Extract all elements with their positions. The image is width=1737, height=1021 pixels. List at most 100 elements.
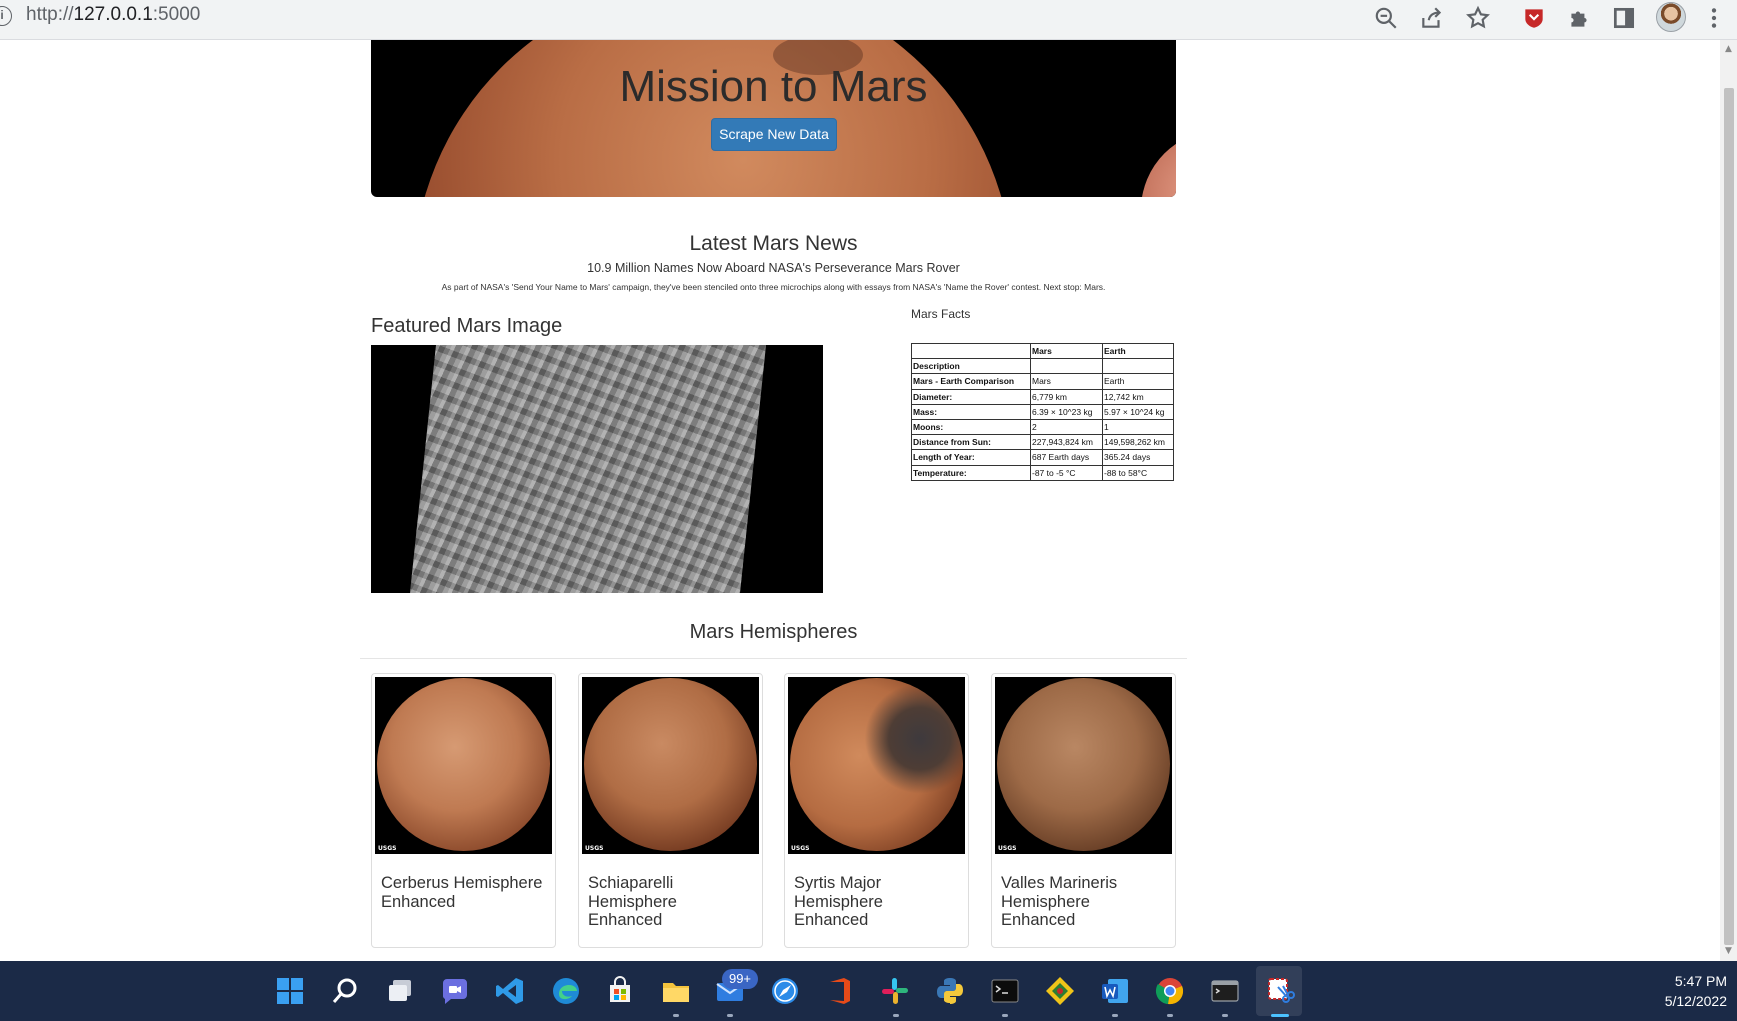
facts-row-label: Temperature: bbox=[911, 464, 1031, 481]
page-title: Mission to Mars bbox=[619, 62, 928, 111]
search-icon[interactable] bbox=[328, 974, 362, 1008]
facts-mars-value: 6.39 × 10^23 kg bbox=[1030, 403, 1103, 420]
facts-column-header bbox=[911, 342, 1031, 360]
task-view-icon[interactable] bbox=[383, 974, 417, 1008]
bookmark-star-icon[interactable] bbox=[1465, 5, 1491, 31]
windows-start-icon[interactable] bbox=[273, 974, 307, 1008]
facts-header-row: Mars Earth bbox=[911, 342, 1174, 360]
usgs-logo: USGS bbox=[585, 845, 604, 852]
news-paragraph: As part of NASA's 'Send Your Name to Mar… bbox=[441, 282, 1106, 292]
hemisphere-title[interactable]: Cerberus Hemisphere Enhanced bbox=[375, 854, 552, 911]
snipping-tool-active-indicator bbox=[1271, 1014, 1289, 1017]
facts-earth-value: 1 bbox=[1102, 418, 1174, 436]
facts-earth-value: 365.24 days bbox=[1102, 449, 1174, 466]
url-scheme: http:// bbox=[26, 4, 74, 25]
facts-row-label: Distance from Sun: bbox=[911, 434, 1031, 451]
browser-toolbar: i http://127.0.0.1:5000 bbox=[0, 0, 1737, 40]
facts-column-header: Mars bbox=[1030, 342, 1103, 360]
file-explorer-running-indicator bbox=[673, 1014, 679, 1017]
clock-date: 5/12/2022 bbox=[1664, 993, 1727, 1009]
word-icon[interactable] bbox=[1098, 974, 1132, 1008]
facts-row: Distance from Sun: 227,943,824 km 149,598,… bbox=[911, 434, 1174, 451]
mail-unread-badge: 99+ bbox=[722, 969, 758, 989]
scroll-down-arrow-icon[interactable]: ▼ bbox=[1723, 946, 1734, 956]
news-title: 10.9 Million Names Now Aboard NASA's Per… bbox=[587, 261, 960, 275]
hemisphere-title[interactable]: Valles Marineris Hemisphere Enhanced bbox=[995, 854, 1172, 930]
featured-image-dunes bbox=[409, 345, 767, 593]
mail-running-indicator bbox=[727, 1014, 733, 1017]
teams-chat-icon[interactable] bbox=[438, 974, 472, 1008]
facts-mars-value: -87 to -5 °C bbox=[1030, 464, 1103, 481]
office-icon[interactable] bbox=[823, 974, 857, 1008]
url-host: 127.0.0.1 bbox=[73, 4, 153, 25]
jumbotron: Mission to Mars Scrape New Data bbox=[371, 40, 1176, 197]
facts-row-label: Description bbox=[911, 358, 1031, 375]
system-clock[interactable]: 5:47 PM 5/12/2022 bbox=[1665, 971, 1727, 1011]
facts-mars-value: Mars bbox=[1030, 373, 1103, 390]
snipping-tool-icon[interactable] bbox=[1263, 974, 1297, 1008]
hemisphere-card-schiaparelli[interactable]: USGS Schiaparelli Hemisphere Enhanced bbox=[578, 673, 763, 948]
scroll-up-arrow-icon[interactable]: ▲ bbox=[1723, 44, 1734, 54]
side-panel-icon[interactable] bbox=[1611, 5, 1637, 31]
share-icon[interactable] bbox=[1419, 5, 1445, 31]
slack-icon[interactable] bbox=[878, 974, 912, 1008]
facts-row-label: Mars - Earth Comparison bbox=[911, 373, 1031, 390]
hemispheres-divider bbox=[360, 658, 1187, 659]
news-heading: Latest Mars News bbox=[689, 232, 858, 255]
hemisphere-card-valles-marineris[interactable]: USGS Valles Marineris Hemisphere Enhance… bbox=[991, 673, 1176, 948]
address-bar[interactable]: http://127.0.0.1:5000 bbox=[26, 4, 200, 26]
facts-row-label: Diameter: bbox=[911, 388, 1031, 405]
facts-row: Description bbox=[911, 358, 1174, 375]
terminal-running-indicator bbox=[1002, 1014, 1008, 1017]
chrome-running-indicator bbox=[1167, 1014, 1173, 1017]
facts-mars-value: 6,779 km bbox=[1030, 388, 1103, 405]
hemisphere-card-cerberus[interactable]: USGS Cerberus Hemisphere Enhanced bbox=[371, 673, 556, 948]
hemisphere-image[interactable]: USGS bbox=[788, 677, 965, 854]
mars-facts-table: Mars Earth Description Mars - Earth Comp… bbox=[911, 342, 1174, 481]
python-icon[interactable] bbox=[933, 974, 967, 1008]
more-menu-icon[interactable] bbox=[1701, 5, 1727, 31]
scrape-new-data-button[interactable]: Scrape New Data bbox=[711, 118, 837, 151]
mars-globe-valles-marineris bbox=[997, 678, 1170, 851]
facts-earth-value: 5.97 × 10^24 kg bbox=[1102, 403, 1174, 420]
safari-icon[interactable] bbox=[768, 974, 802, 1008]
hemisphere-image[interactable]: USGS bbox=[582, 677, 759, 854]
page-scrollbar-thumb[interactable] bbox=[1724, 88, 1734, 945]
command-prompt-icon[interactable] bbox=[1208, 974, 1242, 1008]
facts-row: Moons: 2 1 bbox=[911, 418, 1174, 436]
zoom-out-icon[interactable] bbox=[1373, 5, 1399, 31]
site-info-icon[interactable]: i bbox=[0, 6, 12, 26]
clock-time: 5:47 PM bbox=[1674, 973, 1727, 989]
slack-running-indicator bbox=[893, 1014, 899, 1017]
store-icon[interactable] bbox=[603, 974, 637, 1008]
facts-earth-value: -88 to 58°C bbox=[1102, 464, 1174, 481]
facts-row-label: Length of Year: bbox=[911, 449, 1031, 466]
command-prompt-running-indicator bbox=[1222, 1014, 1228, 1017]
facts-row-label: Mass: bbox=[911, 403, 1031, 420]
featured-image-heading: Featured Mars Image bbox=[371, 315, 563, 337]
extension-shield-icon[interactable] bbox=[1521, 5, 1547, 31]
hemisphere-image[interactable]: USGS bbox=[995, 677, 1172, 854]
facts-mars-value: 227,943,824 km bbox=[1030, 434, 1103, 451]
hemisphere-image[interactable]: USGS bbox=[375, 677, 552, 854]
edge-icon[interactable] bbox=[549, 974, 583, 1008]
facts-mars-value bbox=[1030, 358, 1103, 375]
facts-column-header: Earth bbox=[1102, 342, 1174, 360]
terminal-icon[interactable] bbox=[988, 974, 1022, 1008]
chrome-icon[interactable] bbox=[1153, 974, 1187, 1008]
vscode-icon[interactable] bbox=[493, 974, 527, 1008]
hemisphere-title[interactable]: Syrtis Major Hemisphere Enhanced bbox=[788, 854, 965, 930]
facts-row: Diameter: 6,779 km 12,742 km bbox=[911, 388, 1174, 405]
usgs-logo: USGS bbox=[791, 845, 810, 852]
mars-globe-syrtis-major bbox=[790, 678, 963, 851]
hemisphere-title[interactable]: Schiaparelli Hemisphere Enhanced bbox=[582, 854, 759, 930]
mars-globe-cerberus bbox=[377, 678, 550, 851]
facts-mars-value: 687 Earth days bbox=[1030, 449, 1103, 466]
git-icon[interactable] bbox=[1043, 974, 1077, 1008]
hemisphere-card-syrtis-major[interactable]: USGS Syrtis Major Hemisphere Enhanced bbox=[784, 673, 969, 948]
extensions-puzzle-icon[interactable] bbox=[1566, 5, 1592, 31]
file-explorer-icon[interactable] bbox=[659, 974, 693, 1008]
profile-avatar[interactable] bbox=[1656, 2, 1686, 32]
facts-earth-value: 12,742 km bbox=[1102, 388, 1174, 405]
word-running-indicator bbox=[1112, 1014, 1118, 1017]
